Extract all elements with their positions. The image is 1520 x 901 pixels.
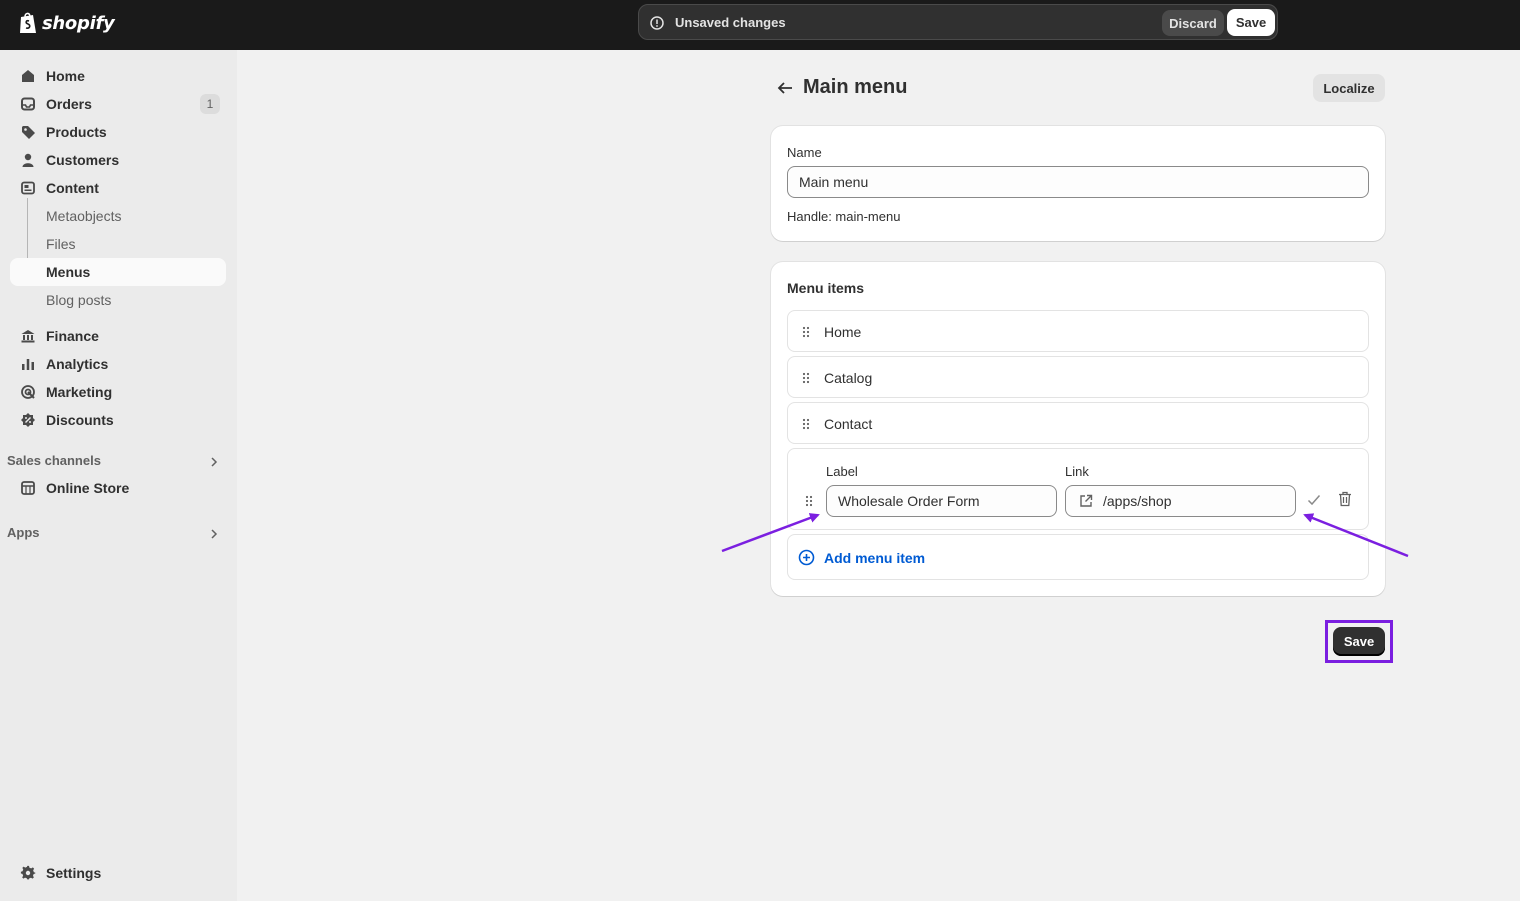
- sidebar-item-label: Marketing: [46, 384, 113, 400]
- sidebar-item-label: Finance: [46, 328, 99, 344]
- sidebar-item-online-store[interactable]: Online Store: [10, 474, 226, 502]
- chevron-right-icon[interactable]: [208, 456, 220, 468]
- sidebar-item-blog-posts[interactable]: Blog posts: [10, 286, 226, 314]
- sidebar-item-label: Content: [46, 180, 99, 196]
- sidebar-item-label: Home: [46, 68, 85, 84]
- name-field-label: Name: [787, 145, 822, 160]
- target-icon: [21, 385, 35, 399]
- top-bar: shopify Unsaved changes Discard Save: [0, 0, 1520, 50]
- add-menu-item-link[interactable]: Add menu item: [824, 550, 925, 566]
- sidebar-item-label: Settings: [46, 865, 102, 881]
- drag-handle-icon[interactable]: [804, 495, 814, 507]
- page-header: Main menu Localize: [770, 72, 1385, 104]
- localize-button[interactable]: Localize: [1313, 74, 1385, 102]
- sidebar-item-finance[interactable]: Finance: [10, 322, 226, 350]
- sidebar-item-home[interactable]: Home: [10, 62, 226, 90]
- sidebar-item-label: Products: [46, 124, 107, 140]
- sidebar-item-label: Analytics: [46, 356, 109, 372]
- back-arrow-icon[interactable]: [776, 80, 794, 96]
- sidebar-subitem-label: Metaobjects: [46, 208, 122, 224]
- menu-item-label: Home: [824, 324, 862, 340]
- add-menu-item-row[interactable]: Add menu item: [787, 534, 1369, 580]
- menu-items-card: Menu items Home Catalog Contact Label Li…: [771, 262, 1385, 596]
- sidebar-item-label: Discounts: [46, 412, 114, 428]
- sidebar-item-label: Orders: [46, 96, 92, 112]
- sidebar-item-marketing[interactable]: Marketing: [10, 378, 226, 406]
- sidebar-item-content[interactable]: Content: [10, 174, 226, 202]
- sidebar-subitem-label: Files: [46, 236, 76, 252]
- link-field-label: Link: [1065, 464, 1089, 479]
- sidebar-item-analytics[interactable]: Analytics: [10, 350, 226, 378]
- sidebar-item-metaobjects[interactable]: Metaobjects: [10, 202, 226, 230]
- tag-icon: [22, 126, 35, 139]
- menu-item-row[interactable]: Contact: [787, 402, 1369, 444]
- menu-item-edit-row: Label Link: [787, 448, 1369, 530]
- shopify-logo[interactable]: shopify: [18, 10, 115, 36]
- alert-circle-icon: [650, 16, 664, 30]
- external-link-icon: [1080, 494, 1093, 507]
- sidebar-item-files[interactable]: Files: [10, 230, 226, 258]
- sidebar: Home Orders 1 Products Customers Content…: [0, 50, 237, 901]
- sidebar-item-settings[interactable]: Settings: [10, 859, 226, 887]
- menu-item-label: Contact: [824, 416, 873, 432]
- drag-handle-icon[interactable]: [801, 326, 811, 338]
- sales-channels-heading[interactable]: Sales channels: [7, 453, 101, 468]
- sidebar-subitem-label: Menus: [46, 264, 91, 280]
- sidebar-item-discounts[interactable]: Discounts: [10, 406, 226, 434]
- sidebar-item-customers[interactable]: Customers: [10, 146, 226, 174]
- apps-heading[interactable]: Apps: [7, 525, 40, 540]
- discount-icon: [21, 413, 35, 427]
- menu-item-label-input[interactable]: [826, 485, 1057, 517]
- bank-icon: [21, 330, 35, 343]
- person-icon: [22, 153, 34, 167]
- drag-handle-icon[interactable]: [801, 372, 811, 384]
- unsaved-changes-text: Unsaved changes: [675, 15, 786, 30]
- orders-count-badge: 1: [200, 94, 220, 114]
- drag-handle-icon[interactable]: [801, 418, 811, 430]
- menu-item-link-input[interactable]: [1065, 485, 1296, 517]
- brand-name: shopify: [42, 12, 115, 34]
- check-icon[interactable]: [1306, 492, 1322, 508]
- trash-icon[interactable]: [1338, 491, 1352, 507]
- save-highlight-box: [1325, 620, 1393, 663]
- orders-icon: [21, 97, 35, 111]
- sidebar-item-label: Customers: [46, 152, 120, 168]
- content-icon: [21, 181, 35, 195]
- menu-item-label: Catalog: [824, 370, 873, 386]
- menu-item-row[interactable]: Catalog: [787, 356, 1369, 398]
- bar-chart-icon: [22, 359, 34, 370]
- handle-text: Handle: main-menu: [787, 209, 901, 224]
- menu-item-row[interactable]: Home: [787, 310, 1369, 352]
- name-input[interactable]: [787, 166, 1369, 198]
- unsaved-changes-bar: Unsaved changes Discard Save: [638, 4, 1278, 40]
- label-field-label: Label: [826, 464, 858, 479]
- shopify-bag-icon: [20, 12, 36, 33]
- menu-items-heading: Menu items: [787, 280, 865, 296]
- chevron-right-icon[interactable]: [208, 528, 220, 540]
- sidebar-item-orders[interactable]: Orders 1: [10, 90, 226, 118]
- sidebar-subitem-label: Blog posts: [46, 292, 112, 308]
- discard-button[interactable]: Discard: [1162, 10, 1224, 36]
- gear-icon: [20, 865, 36, 880]
- name-card: Name Handle: main-menu: [771, 126, 1385, 241]
- home-icon: [22, 70, 34, 82]
- sidebar-item-label: Online Store: [46, 480, 130, 496]
- plus-circle-icon: [798, 549, 815, 566]
- sidebar-item-products[interactable]: Products: [10, 118, 226, 146]
- page-title: Main menu: [803, 76, 908, 98]
- store-icon: [21, 481, 35, 495]
- sidebar-item-menus[interactable]: Menus: [10, 258, 226, 286]
- top-save-button[interactable]: Save: [1227, 9, 1275, 36]
